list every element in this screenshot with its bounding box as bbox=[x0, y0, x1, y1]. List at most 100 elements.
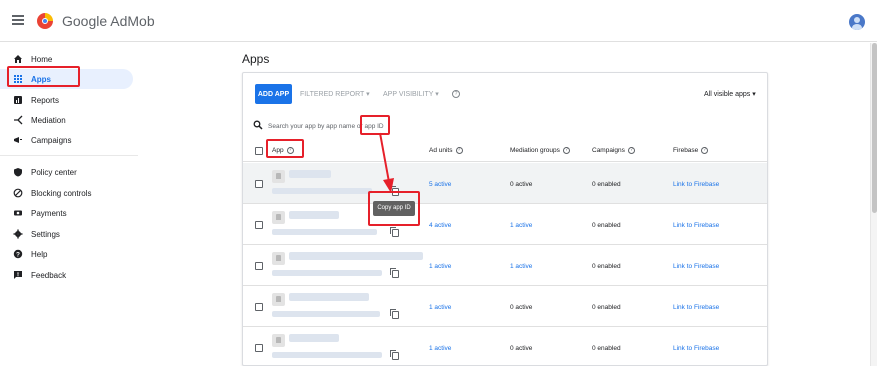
app-name-redacted bbox=[289, 170, 331, 178]
column-header-firebase[interactable]: Firebase? bbox=[673, 147, 709, 154]
payments-icon bbox=[13, 208, 23, 218]
ad-units-link[interactable]: 1 active bbox=[429, 263, 451, 270]
mediation-groups-link[interactable]: 1 active bbox=[510, 263, 532, 270]
mediation-icon bbox=[13, 115, 23, 125]
android-app-icon bbox=[272, 211, 285, 224]
top-app-bar: Google AdMob bbox=[0, 0, 877, 42]
ad-units-link[interactable]: 4 active bbox=[429, 222, 451, 229]
select-all-checkbox[interactable] bbox=[255, 147, 263, 155]
help-icon: ? bbox=[13, 249, 23, 259]
row-checkbox[interactable] bbox=[255, 180, 263, 188]
sidebar-item-reports[interactable]: Reports bbox=[0, 90, 133, 110]
help-circle-icon[interactable]: ? bbox=[701, 147, 709, 154]
app-id-redacted bbox=[272, 270, 382, 276]
menu-icon[interactable] bbox=[12, 15, 24, 25]
table-row[interactable]: 1 active 0 active 0 enabled Link to Fire… bbox=[243, 327, 767, 365]
row-checkbox[interactable] bbox=[255, 344, 263, 352]
sidebar-item-label: Policy center bbox=[31, 167, 77, 177]
link-to-firebase[interactable]: Link to Firebase bbox=[673, 345, 719, 352]
campaigns-value: 0 enabled bbox=[592, 263, 621, 270]
app-name-redacted bbox=[289, 211, 339, 219]
app-name-redacted bbox=[289, 334, 339, 342]
sidebar-item-feedback[interactable]: Feedback bbox=[0, 265, 133, 285]
svg-text:?: ? bbox=[16, 251, 20, 258]
sidebar-item-label: Feedback bbox=[31, 270, 67, 280]
account-avatar[interactable] bbox=[849, 14, 865, 30]
link-to-firebase[interactable]: Link to Firebase bbox=[673, 263, 719, 270]
column-header-campaigns[interactable]: Campaigns? bbox=[592, 147, 635, 154]
app-name-redacted bbox=[289, 252, 423, 260]
visible-apps-select[interactable]: All visible apps ▾ bbox=[704, 90, 756, 98]
app-id-redacted bbox=[272, 229, 377, 235]
sidebar-item-settings[interactable]: Settings bbox=[0, 224, 133, 244]
sidebar-item-label: Home bbox=[31, 54, 53, 64]
help-circle-icon[interactable]: ? bbox=[455, 147, 463, 154]
home-icon bbox=[13, 54, 23, 64]
ad-units-link[interactable]: 1 active bbox=[429, 345, 451, 352]
sidebar-item-campaigns[interactable]: Campaigns bbox=[0, 130, 133, 150]
copy-icon[interactable] bbox=[390, 309, 399, 319]
column-header-ad-units[interactable]: Ad units? bbox=[429, 147, 463, 154]
copy-icon[interactable] bbox=[390, 268, 399, 278]
campaigns-value: 0 enabled bbox=[592, 222, 621, 229]
feedback-icon bbox=[13, 270, 23, 280]
sidebar-item-mediation[interactable]: Mediation bbox=[0, 110, 133, 130]
table-row[interactable]: 4 active 1 active 0 enabled Link to Fire… bbox=[243, 204, 767, 245]
link-to-firebase[interactable]: Link to Firebase bbox=[673, 222, 719, 229]
mediation-groups-link[interactable]: 1 active bbox=[510, 222, 532, 229]
ad-units-link[interactable]: 1 active bbox=[429, 304, 451, 311]
link-to-firebase[interactable]: Link to Firebase bbox=[673, 304, 719, 311]
android-app-icon bbox=[272, 170, 285, 183]
help-circle-icon[interactable]: ? bbox=[627, 147, 635, 154]
copy-icon[interactable] bbox=[390, 350, 399, 360]
apps-table-card: ADD APP FILTERED REPORT ▾ APP VISIBILITY… bbox=[242, 72, 768, 366]
campaigns-value: 0 enabled bbox=[592, 181, 621, 188]
sidebar-item-label: Help bbox=[31, 249, 48, 259]
mediation-groups-value: 0 active bbox=[510, 345, 533, 352]
add-app-button[interactable]: ADD APP bbox=[255, 84, 292, 104]
brand-name: Google AdMob bbox=[62, 13, 155, 29]
mediation-groups-value: 0 active bbox=[510, 304, 533, 311]
sidebar-divider bbox=[0, 155, 138, 156]
sidebar-item-payments[interactable]: Payments bbox=[0, 203, 133, 223]
table-row[interactable]: 5 active 0 active 0 enabled Link to Fire… bbox=[243, 163, 767, 204]
sidebar-item-help[interactable]: ? Help bbox=[0, 244, 133, 264]
sidebar-item-blocking-controls[interactable]: Blocking controls bbox=[0, 183, 133, 203]
search-icon bbox=[253, 120, 263, 130]
scrollbar-thumb[interactable] bbox=[872, 43, 877, 213]
shield-icon bbox=[13, 167, 23, 177]
link-to-firebase[interactable]: Link to Firebase bbox=[673, 181, 719, 188]
sidebar-item-label: Payments bbox=[31, 208, 67, 218]
android-app-icon bbox=[272, 334, 285, 347]
table-toolbar: ADD APP FILTERED REPORT ▾ APP VISIBILITY… bbox=[243, 73, 767, 113]
filtered-report-menu[interactable]: FILTERED REPORT ▾ bbox=[300, 90, 370, 98]
sidebar-item-label: Blocking controls bbox=[31, 188, 92, 198]
help-circle-icon[interactable]: ? bbox=[452, 90, 460, 98]
row-checkbox[interactable] bbox=[255, 221, 263, 229]
table-row[interactable]: 1 active 1 active 0 enabled Link to Fire… bbox=[243, 245, 767, 286]
copy-icon[interactable] bbox=[390, 227, 399, 237]
campaigns-value: 0 enabled bbox=[592, 345, 621, 352]
android-app-icon bbox=[272, 293, 285, 306]
app-id-redacted bbox=[272, 188, 372, 194]
sidebar-item-policy-center[interactable]: Policy center bbox=[0, 162, 133, 182]
annotation-arrow bbox=[379, 132, 394, 193]
vertical-scrollbar[interactable] bbox=[870, 43, 877, 366]
app-visibility-menu[interactable]: APP VISIBILITY ▾ bbox=[383, 90, 439, 98]
campaigns-icon bbox=[13, 135, 23, 145]
campaigns-value: 0 enabled bbox=[592, 304, 621, 311]
reports-icon bbox=[13, 95, 23, 105]
help-circle-icon[interactable]: ? bbox=[562, 147, 570, 154]
sidebar-item-label: Campaigns bbox=[31, 135, 72, 145]
block-icon bbox=[13, 188, 23, 198]
sidebar-item-label: Reports bbox=[31, 95, 60, 105]
table-row[interactable]: 1 active 0 active 0 enabled Link to Fire… bbox=[243, 286, 767, 327]
sidebar-item-label: Settings bbox=[31, 229, 60, 239]
annotation-box-copy-app-id bbox=[368, 191, 420, 226]
row-checkbox[interactable] bbox=[255, 262, 263, 270]
ad-units-link[interactable]: 5 active bbox=[429, 181, 451, 188]
column-header-mediation-groups[interactable]: Mediation groups? bbox=[510, 147, 570, 154]
android-app-icon bbox=[272, 252, 285, 265]
admob-logo-icon bbox=[37, 13, 53, 29]
row-checkbox[interactable] bbox=[255, 303, 263, 311]
